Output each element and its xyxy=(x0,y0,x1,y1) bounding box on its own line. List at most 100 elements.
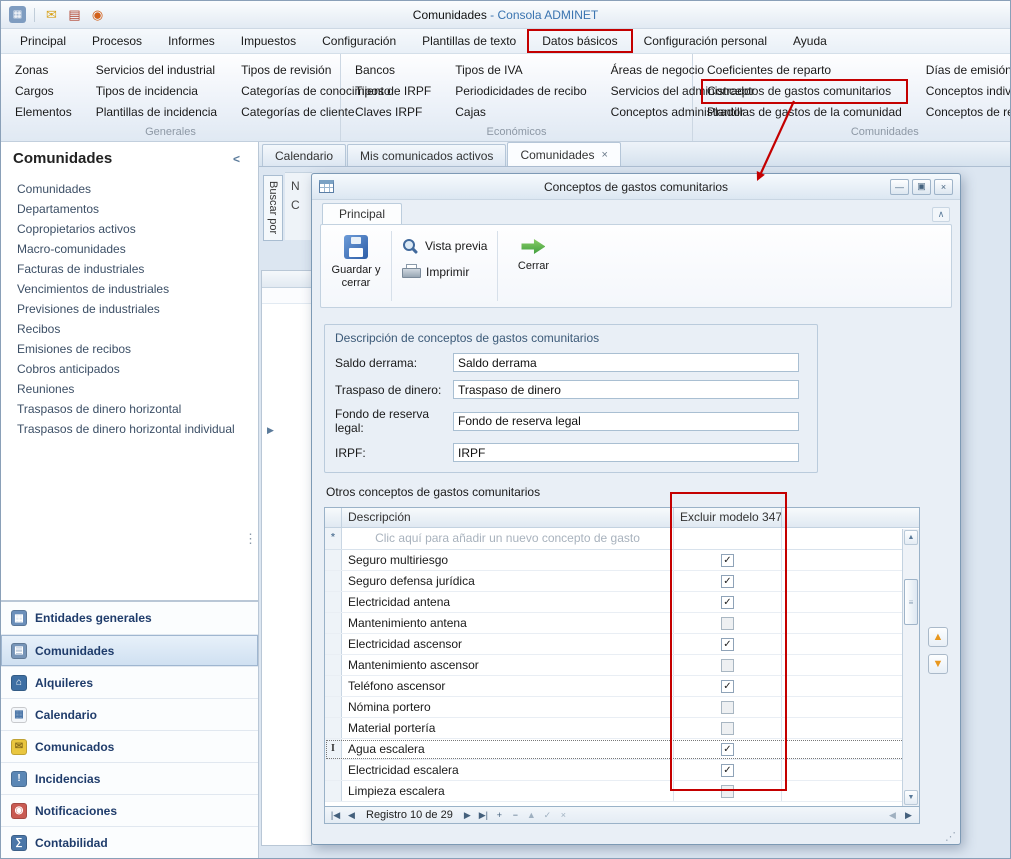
cell-descripcion[interactable]: Material portería xyxy=(342,718,674,738)
scroll-up-icon[interactable]: ▲ xyxy=(904,530,918,545)
field-input-irpf[interactable] xyxy=(453,443,799,462)
minimize-button[interactable]: — xyxy=(890,179,909,195)
grid-row-limpieza-escalera[interactable]: Limpieza escalera xyxy=(325,781,919,802)
spiral-icon[interactable]: ◉ xyxy=(89,6,106,23)
grid-row-agua-escalera[interactable]: IAgua escalera✓ xyxy=(325,739,919,760)
sidebar-item-comunidades[interactable]: Comunidades xyxy=(1,179,258,199)
sidebar-item-reuniones[interactable]: Reuniones xyxy=(1,379,258,399)
ribbon-item-elementos[interactable]: Elementos xyxy=(11,102,76,123)
scroll-down-icon[interactable]: ▼ xyxy=(904,790,918,805)
close-form-button[interactable]: Cerrar xyxy=(504,229,562,303)
preview-button[interactable]: Vista previa xyxy=(402,238,487,254)
sidebar-nav-calendario[interactable]: ▦Calendario xyxy=(1,698,258,730)
menu-item-plantillas-de-texto[interactable]: Plantillas de texto xyxy=(409,31,529,51)
ribbon-item-cajas[interactable]: Cajas xyxy=(451,102,590,123)
cell-descripcion[interactable]: Teléfono ascensor xyxy=(342,676,674,696)
ribbon-item-tipos-de-irpf[interactable]: Tipos de IRPF xyxy=(351,81,435,102)
ribbon-item-plantillas-de-gastos-de-la-comunidad[interactable]: Plantillas de gastos de la comunidad xyxy=(703,102,906,123)
ribbon-item-coeficientes-de-reparto[interactable]: Coeficientes de reparto xyxy=(703,60,906,81)
grid-row-mantenimiento-antena[interactable]: Mantenimiento antena xyxy=(325,613,919,634)
ribbon-item-zonas[interactable]: Zonas xyxy=(11,60,76,81)
sidebar-item-facturas-de-industriales[interactable]: Facturas de industriales xyxy=(1,259,258,279)
grid-row-mantenimiento-ascensor[interactable]: Mantenimiento ascensor xyxy=(325,655,919,676)
ribbon-item-cargos[interactable]: Cargos xyxy=(11,81,76,102)
close-button[interactable]: × xyxy=(934,179,953,195)
ribbon-item-tipos-de-iva[interactable]: Tipos de IVA xyxy=(451,60,590,81)
sidebar-nav-contabilidad[interactable]: ∑Contabilidad xyxy=(1,826,258,858)
cell-descripcion[interactable]: Mantenimiento antena xyxy=(342,613,674,633)
menu-item-configuracion-personal[interactable]: Configuración personal xyxy=(631,31,780,51)
sidebar-collapse-icon[interactable]: < xyxy=(227,150,246,168)
field-input-traspaso-de-dinero[interactable] xyxy=(453,380,799,399)
grid-row-seguro-defensa-juridica[interactable]: Seguro defensa jurídica ✓ xyxy=(325,571,919,592)
menu-item-procesos[interactable]: Procesos xyxy=(79,31,155,51)
sidebar-item-copropietarios-activos[interactable]: Copropietarios activos xyxy=(1,219,258,239)
ribbon-item-dias-de-emision-de-recibo[interactable]: Días de emisión de recibo xyxy=(922,60,1011,81)
tab-calendario[interactable]: Calendario xyxy=(262,144,346,166)
next-record-button[interactable]: ▶ xyxy=(460,809,475,822)
sidebar-item-departamentos[interactable]: Departamentos xyxy=(1,199,258,219)
menu-item-principal[interactable]: Principal xyxy=(7,31,79,51)
sidebar-nav-comunidades[interactable]: ▤Comunidades xyxy=(1,634,258,666)
commit-edit-button[interactable]: ✓ xyxy=(540,809,555,822)
excluir-checkbox[interactable]: ✓ xyxy=(721,638,734,651)
menu-item-ayuda[interactable]: Ayuda xyxy=(780,31,840,51)
mail-icon[interactable]: ✉ xyxy=(43,6,60,23)
excluir-checkbox[interactable]: ✓ xyxy=(721,575,734,588)
menu-item-informes[interactable]: Informes xyxy=(155,31,228,51)
sidebar-nav-comunicados[interactable]: ✉Comunicados xyxy=(1,730,258,762)
tab-comunidades[interactable]: Comunidades× xyxy=(507,142,620,166)
excluir-checkbox[interactable] xyxy=(721,785,734,798)
cell-descripcion[interactable]: Seguro defensa jurídica xyxy=(342,571,674,591)
sidebar-nav-alquileres[interactable]: ⌂Alquileres xyxy=(1,666,258,698)
sidebar-item-vencimientos-de-industriales[interactable]: Vencimientos de industriales xyxy=(1,279,258,299)
edit-record-button[interactable]: ▲ xyxy=(524,809,539,822)
sidebar-item-traspasos-de-dinero-horizontal-individual[interactable]: Traspasos de dinero horizontal individua… xyxy=(1,419,258,439)
ribbon-item-servicios-del-industrial[interactable]: Servicios del industrial xyxy=(92,60,221,81)
tab-close-icon[interactable]: × xyxy=(601,149,607,161)
search-collapsed-tab[interactable]: Buscar por xyxy=(263,175,283,241)
ribbon-item-tipos-de-incidencia[interactable]: Tipos de incidencia xyxy=(92,81,221,102)
sidebar-item-traspasos-de-dinero-horizontal[interactable]: Traspasos de dinero horizontal xyxy=(1,399,258,419)
sidebar-nav-entidades-generales[interactable]: ▦Entidades generales xyxy=(1,602,258,634)
menu-item-configuracion[interactable]: Configuración xyxy=(309,31,409,51)
cancel-edit-button[interactable]: × xyxy=(556,809,571,822)
grid-row-electricidad-ascensor[interactable]: Electricidad ascensor✓ xyxy=(325,634,919,655)
ribbon-item-conceptos-de-gastos-comunitarios[interactable]: Conceptos de gastos comunitarios xyxy=(703,81,906,102)
cell-descripcion[interactable]: Electricidad escalera xyxy=(342,760,674,780)
grid-row-telefono-ascensor[interactable]: Teléfono ascensor ✓ xyxy=(325,676,919,697)
scroll-right-button[interactable]: ▶ xyxy=(901,809,916,822)
sidebar-item-macro-comunidades[interactable]: Macro-comunidades xyxy=(1,239,258,259)
excluir-checkbox[interactable] xyxy=(721,722,734,735)
cell-descripcion[interactable]: Mantenimiento ascensor xyxy=(342,655,674,675)
cell-descripcion[interactable]: Seguro multiriesgo xyxy=(342,550,674,570)
sidebar-item-emisiones-de-recibos[interactable]: Emisiones de recibos xyxy=(1,339,258,359)
cell-descripcion[interactable]: Agua escalera xyxy=(342,739,674,759)
grid-row-electricidad-antena[interactable]: Electricidad antena ✓ xyxy=(325,592,919,613)
menu-item-impuestos[interactable]: Impuestos xyxy=(228,31,309,51)
grid-vertical-scrollbar[interactable]: ▲ ≡ ▼ xyxy=(902,529,919,806)
excluir-checkbox[interactable]: ✓ xyxy=(721,596,734,609)
excluir-checkbox[interactable]: ✓ xyxy=(721,680,734,693)
move-up-button[interactable]: ▲ xyxy=(928,627,948,647)
append-record-button[interactable]: + xyxy=(492,809,507,822)
excluir-checkbox[interactable]: ✓ xyxy=(721,764,734,777)
field-input-saldo-derrama[interactable] xyxy=(453,353,799,372)
sidebar-item-cobros-anticipados[interactable]: Cobros anticipados xyxy=(1,359,258,379)
ribbon-item-conceptos-de-recibo[interactable]: Conceptos de recibo xyxy=(922,102,1011,123)
cell-descripcion[interactable]: Nómina portero xyxy=(342,697,674,717)
save-and-close-button[interactable]: Guardar y cerrar xyxy=(327,229,385,303)
tab-mis-comunicados-activos[interactable]: Mis comunicados activos xyxy=(347,144,506,166)
dialog-titlebar[interactable]: Conceptos de gastos comunitarios — ▣ × xyxy=(312,174,960,200)
grid-row-nomina-portero[interactable]: Nómina portero xyxy=(325,697,919,718)
scrollbar-thumb[interactable]: ≡ xyxy=(904,579,918,625)
last-record-button[interactable]: ▶| xyxy=(476,809,491,822)
ribbon-item-periodicidades-de-recibo[interactable]: Periodicidades de recibo xyxy=(451,81,590,102)
grid-row-seguro-multiriesgo[interactable]: Seguro multiriesgo✓ xyxy=(325,550,919,571)
resize-grip-icon[interactable]: ⋰ xyxy=(945,830,956,843)
sidebar-nav-incidencias[interactable]: !Incidencias xyxy=(1,762,258,794)
delete-record-button[interactable]: − xyxy=(508,809,523,822)
excluir-checkbox[interactable] xyxy=(721,701,734,714)
cell-descripcion[interactable]: Electricidad antena xyxy=(342,592,674,612)
tab-principal[interactable]: Principal xyxy=(322,203,402,224)
